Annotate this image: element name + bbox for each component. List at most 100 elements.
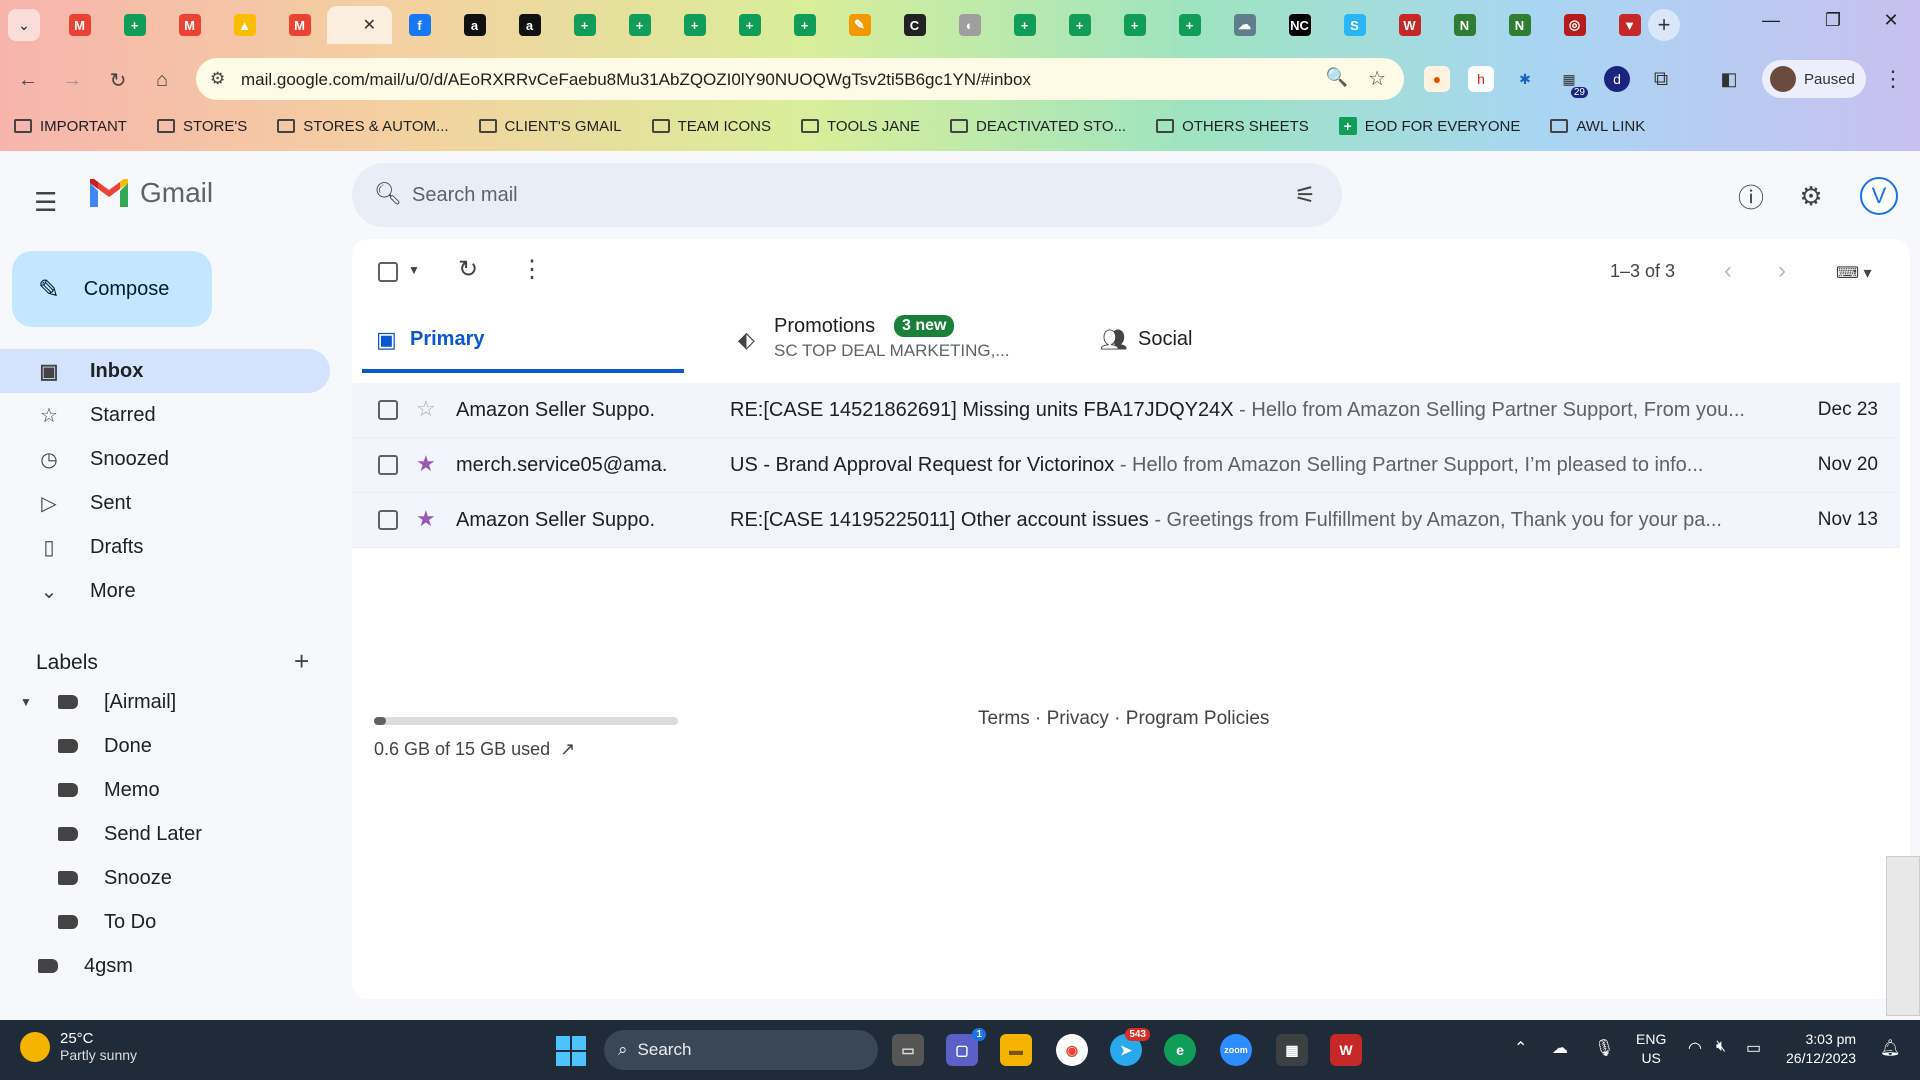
new-tab-button[interactable]: +: [1648, 9, 1680, 41]
browser-tab[interactable]: +: [667, 6, 722, 44]
task-view-icon[interactable]: ▭: [892, 1034, 924, 1066]
browser-tab[interactable]: +: [997, 6, 1052, 44]
browser-tab[interactable]: +: [1052, 6, 1107, 44]
battery-icon[interactable]: ▭: [1746, 1038, 1761, 1058]
search-bar[interactable]: 🔍︎ Search mail ⚟: [352, 163, 1342, 227]
input-tools-icon[interactable]: ⌨ ▾: [1836, 263, 1872, 283]
browser-tab[interactable]: +: [612, 6, 667, 44]
tab-promotions[interactable]: ⬖ Promotions 3 new SC TOP DEAL MARKETING…: [724, 305, 1046, 373]
settings-gear-icon[interactable]: ⚙: [1794, 179, 1828, 213]
bookmark-item[interactable]: TOOLS JANE: [800, 118, 920, 135]
browser-tab[interactable]: ◐: [942, 6, 997, 44]
refresh-icon[interactable]: ↻: [458, 255, 478, 284]
sidebar-item-snoozed[interactable]: ◷ Snoozed: [0, 437, 330, 481]
bookmark-item[interactable]: + EOD FOR EVERYONE: [1338, 117, 1520, 135]
calculator-icon[interactable]: ▦: [1276, 1034, 1308, 1066]
browser-tab[interactable]: ☁: [1217, 6, 1272, 44]
tab-primary[interactable]: ▣ Primary: [362, 305, 684, 373]
minimize-button[interactable]: —: [1748, 10, 1794, 31]
sidebar-item-inbox[interactable]: ▣ Inbox: [0, 349, 330, 393]
side-panel-icon[interactable]: ◧: [1716, 66, 1742, 92]
taskbar-search[interactable]: ⌕ Search: [604, 1030, 878, 1070]
back-button[interactable]: ←: [12, 64, 44, 96]
email-checkbox[interactable]: [378, 510, 398, 530]
sidebar-item-more[interactable]: ⌄ More: [0, 569, 330, 613]
extension-db-icon[interactable]: d: [1604, 66, 1630, 92]
notification-bell-icon[interactable]: 🔔︎: [1880, 1038, 1900, 1058]
older-page-icon[interactable]: ‹: [1724, 257, 1732, 285]
expand-caret-icon[interactable]: ▼: [20, 695, 32, 709]
telegram-icon[interactable]: ➤ 543: [1110, 1028, 1150, 1066]
browser-tab[interactable]: C: [887, 6, 942, 44]
search-input[interactable]: Search mail: [412, 184, 518, 207]
browser-tab[interactable]: +: [1107, 6, 1162, 44]
email-row[interactable]: ★ merch.service05@ama. US - Brand Approval…: [352, 438, 1900, 493]
browser-tab[interactable]: ◎: [1547, 6, 1602, 44]
wps-icon[interactable]: W: [1330, 1034, 1362, 1066]
tab-social[interactable]: 👥︎ Social: [1086, 305, 1408, 373]
email-row[interactable]: ☆ Amazon Seller Suppo. RE:[CASE 1452186269…: [352, 383, 1900, 438]
tray-overflow-icon[interactable]: ⌃: [1514, 1038, 1527, 1058]
tab-search-button[interactable]: ⌄: [8, 9, 40, 41]
compose-button[interactable]: ✎ Compose: [12, 251, 212, 327]
browser-tab[interactable]: N: [1492, 6, 1547, 44]
bookmark-item[interactable]: OTHERS SHEETS: [1156, 118, 1309, 135]
browser-tab[interactable]: M: [52, 6, 107, 44]
zoom-app-icon[interactable]: zoom: [1220, 1034, 1252, 1066]
star-icon[interactable]: ★: [416, 506, 436, 532]
close-tab-icon[interactable]: ✕: [363, 15, 376, 35]
sidebar-item-sent[interactable]: ▷ Sent: [0, 481, 330, 525]
bookmark-item[interactable]: AWL LINK: [1550, 118, 1645, 135]
bookmark-item[interactable]: STORES & AUTOM...: [277, 118, 449, 135]
zoom-icon[interactable]: 🔍: [1326, 67, 1348, 88]
email-row[interactable]: ★ Amazon Seller Suppo. RE:[CASE 1419522501…: [352, 493, 1900, 548]
browser-tab[interactable]: a: [447, 6, 502, 44]
label-item[interactable]: Memo: [0, 768, 330, 812]
bookmark-item[interactable]: CLIENT'S GMAIL: [478, 118, 622, 135]
help-icon[interactable]: ⓘ: [1734, 179, 1768, 213]
extension-hub-icon[interactable]: h: [1468, 66, 1494, 92]
bookmark-item[interactable]: STORE'S: [156, 118, 247, 135]
browser-tab[interactable]: +: [557, 6, 612, 44]
main-menu-icon[interactable]: ☰: [34, 187, 57, 218]
label-item[interactable]: 4gsm: [0, 944, 330, 988]
browser-tab[interactable]: W: [1382, 6, 1437, 44]
volume-muted-icon[interactable]: 🔇︎: [1716, 1038, 1726, 1056]
gmail-logo[interactable]: Gmail: [88, 177, 213, 209]
browser-tab[interactable]: +: [722, 6, 777, 44]
email-checkbox[interactable]: [378, 400, 398, 420]
account-avatar[interactable]: V: [1860, 177, 1898, 215]
open-external-icon[interactable]: ↗: [560, 739, 575, 760]
bookmark-item[interactable]: IMPORTANT: [14, 118, 127, 135]
footer-links[interactable]: Terms · Privacy · Program Policies: [978, 708, 1269, 730]
extension-orange-icon[interactable]: ●: [1424, 66, 1450, 92]
more-actions-icon[interactable]: ⋮: [520, 255, 544, 284]
microphone-icon[interactable]: 🎙︎: [1594, 1038, 1614, 1058]
language-indicator[interactable]: ENG US: [1636, 1030, 1666, 1068]
browser-menu-icon[interactable]: ⋮: [1882, 66, 1904, 92]
select-all-checkbox[interactable]: [378, 262, 398, 282]
extensions-puzzle-icon[interactable]: ⧉: [1648, 66, 1674, 92]
side-panel-peek[interactable]: [1886, 856, 1920, 1016]
search-options-icon[interactable]: ⚟: [1294, 181, 1316, 210]
browser-tab[interactable]: N: [1437, 6, 1492, 44]
browser-tab[interactable]: S: [1327, 6, 1382, 44]
home-button[interactable]: ⌂: [146, 64, 178, 96]
browser-tab-active[interactable]: ✕: [327, 6, 392, 44]
site-info-icon[interactable]: ⚙: [210, 69, 225, 89]
close-window-button[interactable]: ✕: [1868, 10, 1914, 31]
browser-tab[interactable]: +: [107, 6, 162, 44]
browser-tab[interactable]: f: [392, 6, 447, 44]
label-item[interactable]: Done: [0, 724, 330, 768]
sidebar-item-drafts[interactable]: ▯ Drafts: [0, 525, 330, 569]
forward-button[interactable]: →: [56, 64, 88, 96]
file-explorer-icon[interactable]: ▬: [1000, 1034, 1032, 1066]
onedrive-icon[interactable]: ☁: [1552, 1038, 1568, 1058]
wifi-icon[interactable]: ◠: [1688, 1038, 1702, 1058]
weather-widget[interactable]: 25°C Partly sunny: [20, 1030, 137, 1063]
browser-tab[interactable]: ✎: [832, 6, 887, 44]
chrome-icon[interactable]: ◉: [1056, 1034, 1088, 1066]
bookmark-item[interactable]: DEACTIVATED STO...: [950, 118, 1126, 135]
address-bar[interactable]: ⚙ mail.google.com/mail/u/0/d/AEoRXRRvCeF…: [196, 58, 1404, 100]
extension-calendar-icon[interactable]: ▦ 29: [1556, 66, 1588, 98]
